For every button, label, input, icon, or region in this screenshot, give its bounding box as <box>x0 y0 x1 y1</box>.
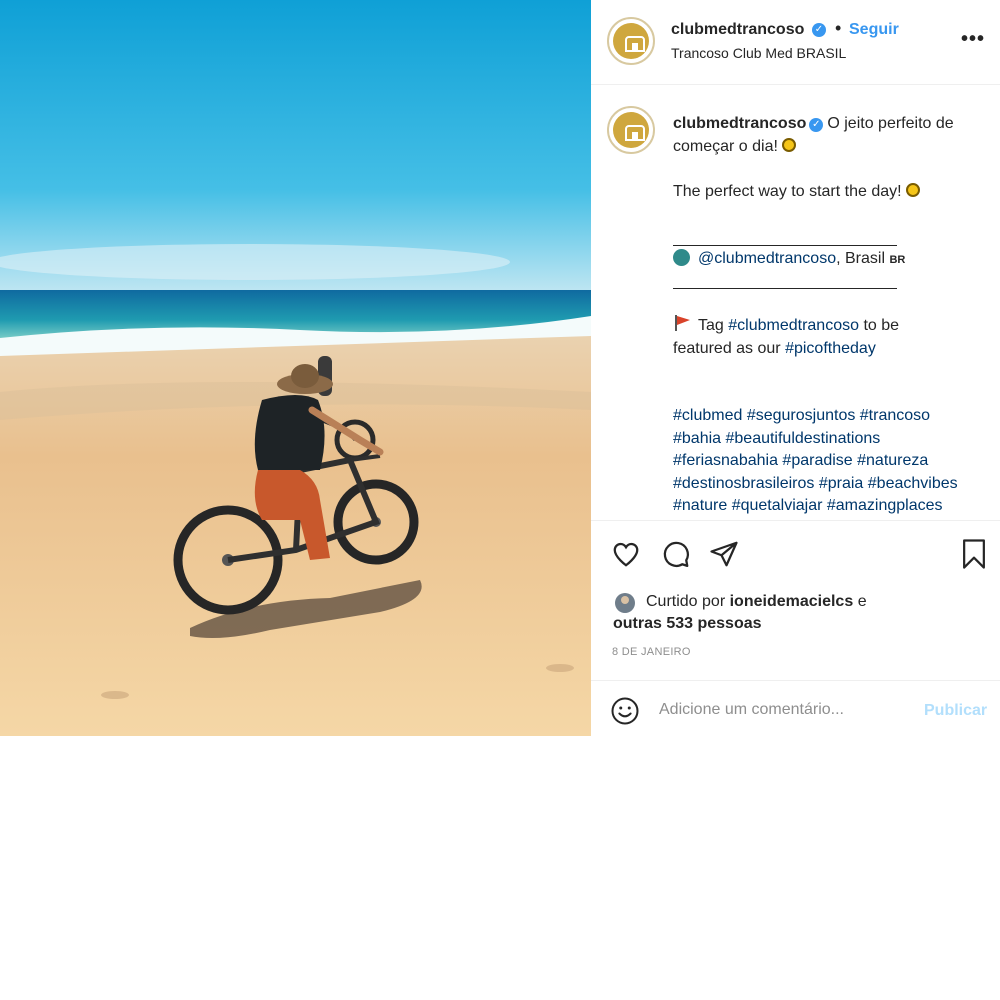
beach-bike-photo <box>0 0 591 736</box>
hashtag-line[interactable]: #feriasnabahia #paradise #natureza <box>673 450 958 473</box>
instagram-post: clubmedtrancoso ✓ • Seguir Trancoso Club… <box>0 0 1000 736</box>
comment-bubble-icon[interactable] <box>661 539 691 569</box>
caption-mention-line: @clubmedtrancoso, Brasil BR <box>673 247 905 272</box>
likes-prefix: Curtido por <box>646 593 726 610</box>
smiley-icon[interactable] <box>610 696 640 726</box>
caption-intro: clubmedtrancoso ✓ O jeito perfeito de come… <box>673 112 988 158</box>
caption-tag-line: Tag #clubmedtrancoso to be <box>673 314 899 337</box>
club-med-logo <box>613 23 649 59</box>
hashtag-link[interactable]: #clubmedtrancoso <box>728 317 859 334</box>
follow-button[interactable]: Seguir <box>849 21 899 39</box>
profile-avatar[interactable] <box>607 17 655 65</box>
club-med-logo <box>613 112 649 148</box>
hashtag-line[interactable]: #destinosbrasileiros #praia #beachvibes <box>673 473 958 496</box>
separator-dot: • <box>835 18 842 38</box>
mention-link[interactable]: @clubmedtrancoso <box>698 250 836 267</box>
post-photo[interactable] <box>0 0 591 736</box>
liker-username[interactable]: ioneidemacielcs <box>730 593 854 610</box>
sun-emoji-icon <box>781 138 796 152</box>
featured-prefix: featured as our <box>673 340 781 357</box>
tag-prefix: Tag <box>698 317 724 334</box>
caption-featured-line: featured as our #picoftheday <box>673 337 876 360</box>
hashtag-link[interactable]: #picoftheday <box>785 340 876 357</box>
likes-summary: Curtido por ioneidemacielcs e outras 533… <box>613 591 867 635</box>
publish-button[interactable]: Publicar <box>924 702 987 720</box>
likes-conjunction: e <box>857 593 867 610</box>
globe-emoji-icon <box>673 249 690 266</box>
likes-count-link[interactable]: outras 533 pessoas <box>613 615 762 632</box>
post-sidebar: clubmedtrancoso ✓ • Seguir Trancoso Club… <box>591 0 1000 736</box>
caption-line1: O jeito perfeito de <box>827 115 954 132</box>
comment-input[interactable] <box>659 699 899 721</box>
country-code: BR <box>889 254 906 266</box>
caption-area: clubmedtrancoso ✓ O jeito perfeito de come… <box>591 85 1000 519</box>
verified-badge-icon: ✓ <box>812 23 826 37</box>
paper-plane-icon[interactable] <box>709 539 739 569</box>
triangular-flag-emoji-icon <box>675 315 690 331</box>
hashtag-line[interactable]: #nature #quetalviajar #amazingplaces <box>673 495 958 518</box>
more-options-icon[interactable]: ••• <box>961 28 985 51</box>
bookmark-icon[interactable] <box>959 538 989 570</box>
location-link[interactable]: Trancoso Club Med BRASIL <box>671 45 846 61</box>
caption-divider <box>673 245 897 246</box>
caption-english: The perfect way to start the day! <box>673 180 920 203</box>
post-header: clubmedtrancoso ✓ • Seguir Trancoso Club… <box>591 0 1000 85</box>
post-date[interactable]: 8 DE JANEIRO <box>612 646 691 658</box>
caption-username[interactable]: clubmedtrancoso <box>673 115 806 132</box>
post-actions: Curtido por ioneidemacielcs e outras 533… <box>591 520 1000 681</box>
mention-suffix: , Brasil <box>836 250 885 267</box>
hashtag-line[interactable]: #bahia #beautifuldestinations <box>673 428 958 451</box>
hashtag-list: #clubmed #segurosjuntos #trancoso #bahia… <box>673 405 958 518</box>
header-username[interactable]: clubmedtrancoso <box>671 21 804 39</box>
comment-form: Publicar <box>591 680 1000 737</box>
verified-badge-icon: ✓ <box>809 118 824 132</box>
caption-line2: começar o dia! <box>673 138 778 155</box>
sun-emoji-icon <box>905 183 920 197</box>
tag-suffix: to be <box>863 317 900 334</box>
heart-icon[interactable] <box>611 539 641 569</box>
hashtag-line[interactable]: #clubmed #segurosjuntos #trancoso <box>673 405 958 428</box>
caption-avatar[interactable] <box>607 106 655 154</box>
caption-english-text: The perfect way to start the day! <box>673 183 902 200</box>
caption-divider <box>673 288 897 289</box>
